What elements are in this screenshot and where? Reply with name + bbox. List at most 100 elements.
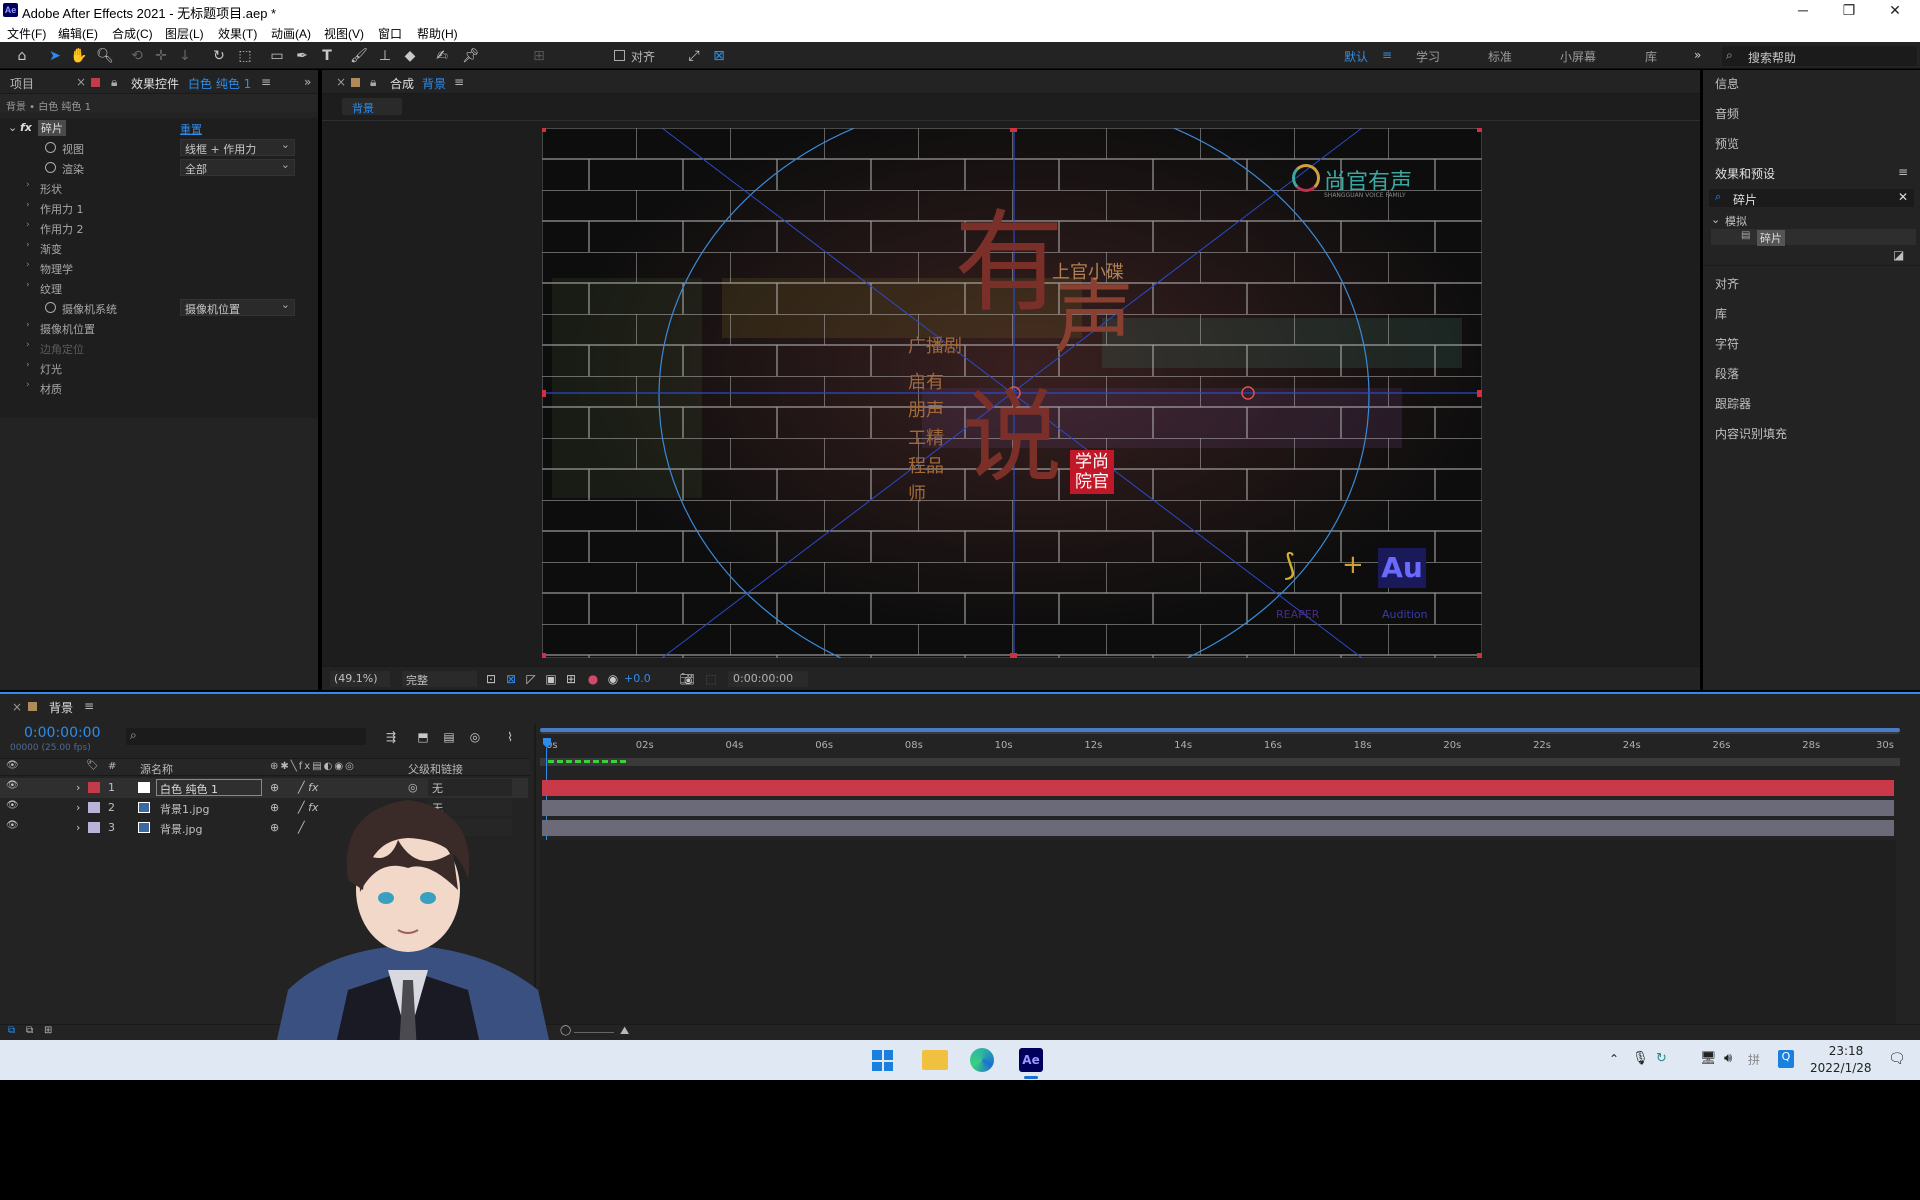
workspace-learn[interactable]: 学习 (1416, 48, 1440, 65)
work-area-range[interactable] (540, 728, 1900, 732)
pan-behind-icon[interactable]: ⬚ (236, 47, 254, 65)
expand-panels-icon[interactable]: » (304, 75, 311, 89)
group-gradient[interactable]: › 渐变 (0, 238, 318, 258)
fast-previews-icon[interactable]: ⊡ (482, 670, 500, 688)
zoom-out-icon[interactable]: ◯ (560, 1025, 571, 1036)
panel-effects-presets[interactable]: 效果和预设 (1715, 165, 1775, 182)
align-checkbox[interactable] (614, 50, 625, 61)
frame-blending-icon[interactable]: ◎ (466, 728, 484, 746)
type-tool-icon[interactable]: T (318, 47, 336, 65)
playhead[interactable] (543, 738, 551, 998)
current-timecode[interactable]: 0:00:00:00 (24, 725, 101, 741)
category-simulation[interactable]: 模拟 (1725, 213, 1747, 229)
twirl-icon[interactable]: › (76, 781, 80, 794)
new-bin-icon[interactable]: ◪ (1893, 248, 1904, 262)
panel-preview[interactable]: 预览 (1715, 135, 1739, 152)
lock-icon[interactable]: 🔒︎ (111, 75, 117, 90)
notification-icon[interactable]: 🗨︎ (1888, 1051, 1906, 1067)
more-workspaces-icon[interactable]: » (1694, 48, 1701, 62)
group-force-1[interactable]: › 作用力 1 (0, 198, 318, 218)
render-time-icon[interactable]: ⧉ (8, 1025, 15, 1036)
view-dropdown[interactable]: 线框 + 作用力 (180, 138, 295, 156)
rectangle-tool-icon[interactable]: ▭ (268, 47, 286, 65)
graph-editor-icon[interactable]: ⌇ (501, 728, 519, 746)
file-explorer-icon[interactable] (922, 1050, 948, 1070)
layer-label-color[interactable] (88, 782, 100, 793)
timeline-comp-name[interactable]: 背景 (49, 699, 73, 716)
search-help-field[interactable]: ⌕ 搜索帮助 (1722, 46, 1917, 66)
qq-app-icon[interactable]: Q (1778, 1050, 1794, 1068)
layer-bar-2[interactable] (542, 800, 1894, 816)
av-switches-icon[interactable]: 👁︎ (6, 760, 19, 771)
panel-audio[interactable]: 音频 (1715, 105, 1739, 122)
workspace-default[interactable]: 默认 (1344, 48, 1368, 65)
twirl-icon[interactable]: › (76, 821, 80, 834)
stopwatch-icon[interactable] (45, 302, 56, 313)
after-effects-taskbar-icon[interactable]: Ae (1019, 1048, 1043, 1072)
home-icon[interactable]: ⌂ (13, 47, 31, 65)
camera-system-dropdown[interactable]: 摄像机位置 (180, 298, 295, 316)
group-camera-position[interactable]: › 摄像机位置 (0, 318, 318, 338)
windows-start-icon[interactable] (872, 1050, 893, 1071)
layer-bar-3[interactable] (542, 820, 1894, 836)
clock-time[interactable]: 23:18 (1826, 1044, 1866, 1058)
clock-date[interactable]: 2022/1/28 (1810, 1061, 1872, 1075)
source-name-header[interactable]: 源名称 (140, 761, 173, 777)
effect-controls-layer[interactable]: 白色 纯色 1 (188, 75, 251, 92)
twirl-icon[interactable]: › (76, 801, 80, 814)
shy-layers-icon[interactable]: ▤ (440, 728, 458, 746)
brush-tool-icon[interactable]: 🖌︎ (350, 47, 368, 65)
effect-header-row[interactable]: ⌄ fx 碎片 重置 (0, 118, 318, 138)
expand-switches-icon[interactable]: ⧉ (26, 1025, 33, 1036)
orbit-camera-icon[interactable]: ⟲ (128, 47, 146, 65)
clone-stamp-icon[interactable]: ⊥ (376, 47, 394, 65)
tab-composition[interactable]: 合成 (390, 75, 414, 92)
panel-menu-icon[interactable]: ≡ (84, 699, 94, 713)
panel-menu-icon[interactable]: ≡ (454, 75, 464, 89)
tab-project[interactable]: 项目 (10, 75, 34, 92)
lock-icon[interactable]: 🔒︎ (370, 75, 376, 90)
menu-animation[interactable]: 动画(A) (271, 25, 311, 42)
category-expand-icon[interactable]: ⌄ (1711, 213, 1720, 226)
exposure-value[interactable]: +0.0 (624, 672, 651, 685)
effect-result-row[interactable]: ▤ 碎片 (1711, 229, 1916, 246)
fx-icon[interactable]: fx (20, 121, 32, 134)
zoom-tool-icon[interactable]: 🔍︎ (96, 47, 114, 65)
tray-overflow-icon[interactable]: ⌃ (1609, 1052, 1619, 1066)
close-tab-icon[interactable]: × (336, 75, 346, 89)
layer-name[interactable]: 背景1.jpg (160, 801, 210, 817)
composition-name[interactable]: 背景 (422, 75, 446, 92)
guides-icon[interactable]: ⊞ (562, 670, 580, 688)
menu-window[interactable]: 窗口 (378, 25, 402, 42)
switches-header-icon[interactable]: ⊕✱╲fx▤◐◉◎ (270, 761, 356, 772)
close-tab-icon[interactable]: × (12, 700, 22, 714)
panel-menu-icon[interactable]: ≡ (1898, 165, 1908, 179)
channel-icon[interactable]: ● (584, 670, 602, 688)
dolly-camera-icon[interactable]: ↓ (176, 47, 194, 65)
layer-name[interactable]: 白色 纯色 1 (156, 779, 262, 796)
microphone-icon[interactable]: 🎙︎ (1632, 1051, 1649, 1066)
group-shape[interactable]: › 形状 (0, 178, 318, 198)
stopwatch-icon[interactable] (45, 162, 56, 173)
menu-file[interactable]: 文件(F) (7, 25, 46, 42)
transparency-grid-icon[interactable]: ⊠ (502, 670, 520, 688)
parent-link-header[interactable]: 父级和链接 (408, 761, 463, 777)
puppet-tool-icon[interactable]: 📌︎ (462, 47, 480, 65)
network-icon[interactable]: 🖥︎ (1700, 1051, 1717, 1066)
hand-tool-icon[interactable]: ✋ (70, 47, 88, 65)
zoom-dropdown[interactable]: (49.1%) (330, 671, 390, 687)
panel-menu-icon[interactable]: ≡ (261, 75, 271, 89)
roto-brush-icon[interactable]: ✍ (433, 47, 451, 65)
menu-effect[interactable]: 效果(T) (218, 25, 257, 42)
close-tab-icon[interactable]: × (76, 75, 86, 89)
eye-icon[interactable]: 👁︎ (6, 780, 19, 791)
panel-content-aware-fill[interactable]: 内容识别填充 (1715, 425, 1787, 442)
sync-icon[interactable]: ↻ (1656, 1051, 1667, 1066)
workspace-standard[interactable]: 标准 (1488, 48, 1512, 65)
zoom-in-icon[interactable]: ⛰ (620, 1024, 629, 1038)
group-force-2[interactable]: › 作用力 2 (0, 218, 318, 238)
group-lighting[interactable]: › 灯光 (0, 358, 318, 378)
clear-search-icon[interactable]: ✕ (1898, 190, 1908, 204)
maximize-icon[interactable]: ❐ (1834, 2, 1864, 19)
eraser-tool-icon[interactable]: ◆ (401, 47, 419, 65)
